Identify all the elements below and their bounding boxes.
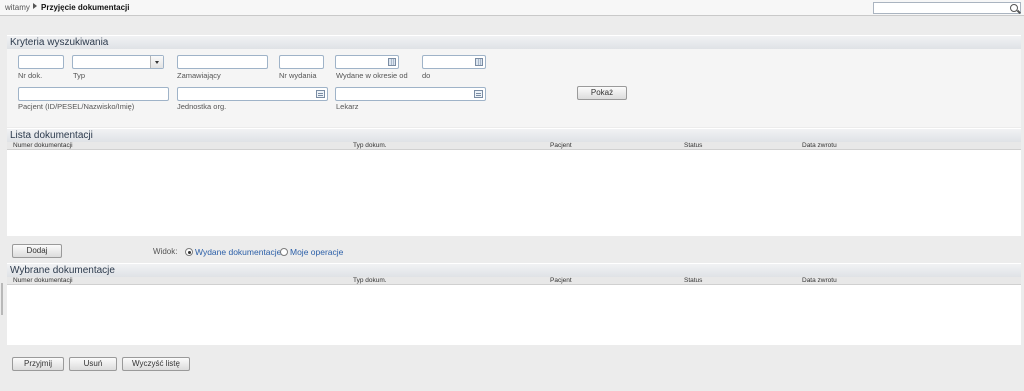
nr-wydania-field[interactable] <box>279 55 324 69</box>
column-header[interactable]: Pacjent <box>550 142 572 149</box>
selected-documentation-panel: Wybrane dokumentacje Numer dokumentacji … <box>7 263 1021 345</box>
column-header[interactable]: Pacjent <box>550 277 572 284</box>
pacjent-field[interactable] <box>18 87 169 101</box>
column-header[interactable]: Data zwrotu <box>802 142 837 149</box>
resize-handle[interactable] <box>1 283 3 315</box>
calendar-icon[interactable] <box>475 58 483 66</box>
wydane-od-label: Wydane w okresie od <box>336 71 408 80</box>
column-header[interactable]: Typ dokum. <box>353 142 387 149</box>
calendar-icon[interactable] <box>388 58 396 66</box>
jednostka-label: Jednostka org. <box>177 102 227 111</box>
view-radio-issued-label[interactable]: Wydane dokumentacje <box>195 247 281 257</box>
top-bar: witamy Przyjęcie dokumentacji <box>0 0 1024 16</box>
remove-button[interactable]: Usuń <box>69 357 117 371</box>
breadcrumb-current: Przyjęcie dokumentacji <box>41 3 130 12</box>
search-criteria-panel: Kryteria wyszukiwania Nr dok. Typ Zamawi… <box>7 35 1021 127</box>
bottom-actions-row: Przyjmij Usuń Wyczyść listę <box>7 345 1021 391</box>
wydane-od-field[interactable] <box>335 55 399 69</box>
search-icon[interactable] <box>1010 4 1018 12</box>
column-header[interactable]: Data zwrotu <box>802 277 837 284</box>
chevron-down-icon[interactable] <box>150 56 163 68</box>
documentation-list-panel: Lista dokumentacji Numer dokumentacji Ty… <box>7 128 1021 236</box>
accept-button[interactable]: Przyjmij <box>12 357 64 371</box>
search-criteria-body: Nr dok. Typ Zamawiający Nr wydania Wydan… <box>7 49 1021 127</box>
breadcrumb-separator-icon <box>33 3 37 9</box>
column-header[interactable]: Typ dokum. <box>353 277 387 284</box>
pacjent-label: Pacjent (ID/PESEL/Nazwisko/Imię) <box>18 102 135 111</box>
selected-documentation-grid: Numer dokumentacji Typ dokum. Pacjent St… <box>7 277 1021 345</box>
view-label: Widok: <box>153 247 178 256</box>
zamawiajacy-field[interactable] <box>177 55 268 69</box>
show-button[interactable]: Pokaż <box>577 86 627 100</box>
add-button[interactable]: Dodaj <box>12 244 62 258</box>
lekarz-label: Lekarz <box>336 102 359 111</box>
breadcrumb-home[interactable]: witamy <box>5 3 30 12</box>
lekarz-field[interactable] <box>335 87 486 101</box>
typ-label: Typ <box>73 71 86 80</box>
documentation-list-grid: Numer dokumentacji Typ dokum. Pacjent St… <box>7 142 1021 236</box>
search-input[interactable] <box>873 2 1021 14</box>
picker-icon[interactable] <box>316 90 325 98</box>
column-header[interactable]: Numer dokumentacji <box>13 142 73 149</box>
view-radio-my-ops[interactable] <box>280 248 288 256</box>
nr-wydania-label: Nr wydania <box>279 71 317 80</box>
do-field[interactable] <box>422 55 486 69</box>
documentation-list-title: Lista dokumentacji <box>7 128 1021 142</box>
actions-row: Dodaj Widok: Wydane dokumentacje Moje op… <box>7 237 1021 263</box>
column-header[interactable]: Status <box>684 277 702 284</box>
search-criteria-title: Kryteria wyszukiwania <box>7 35 1021 49</box>
zamawiajacy-label: Zamawiający <box>177 71 221 80</box>
clear-list-button[interactable]: Wyczyść listę <box>122 357 190 371</box>
typ-select[interactable] <box>72 55 164 69</box>
selected-documentation-title: Wybrane dokumentacje <box>7 263 1021 277</box>
view-radio-issued[interactable] <box>185 248 193 256</box>
jednostka-field[interactable] <box>177 87 328 101</box>
grid-header: Numer dokumentacji Typ dokum. Pacjent St… <box>7 142 1021 150</box>
picker-icon[interactable] <box>474 90 483 98</box>
column-header[interactable]: Status <box>684 142 702 149</box>
nr-dok-field[interactable] <box>18 55 64 69</box>
grid-header: Numer dokumentacji Typ dokum. Pacjent St… <box>7 277 1021 285</box>
column-header[interactable]: Numer dokumentacji <box>13 277 73 284</box>
nr-dok-label: Nr dok. <box>18 71 43 80</box>
view-radio-my-ops-label[interactable]: Moje operacje <box>290 247 343 257</box>
do-label: do <box>422 71 431 80</box>
